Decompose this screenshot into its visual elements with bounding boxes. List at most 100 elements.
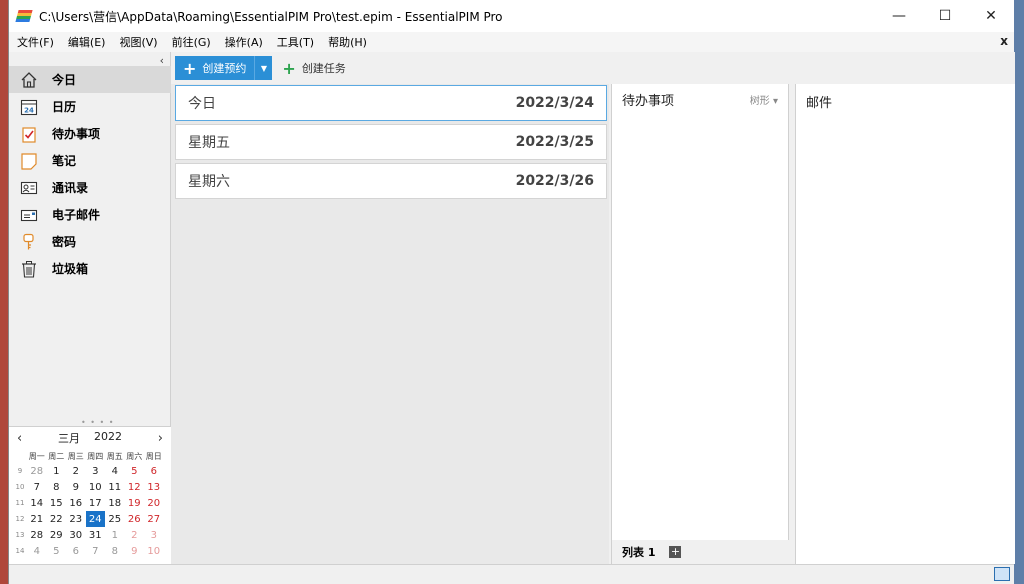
calendar-day[interactable]: 3 — [86, 463, 106, 479]
calendar-day[interactable]: 19 — [125, 495, 145, 511]
plus-icon: + — [183, 58, 197, 78]
calendar-icon: 24 — [19, 97, 39, 117]
tab-list-1[interactable]: 列表 1 — [622, 544, 655, 560]
calendar-day[interactable]: 24 — [85, 511, 105, 527]
calendar-day[interactable]: 9 — [66, 479, 86, 495]
calendar-day[interactable]: 21 — [27, 511, 47, 527]
calendar-day[interactable]: 12 — [125, 479, 145, 495]
calendar-day[interactable]: 11 — [105, 479, 125, 495]
menu-tools[interactable]: 工具(T) — [277, 34, 314, 50]
calendar-day[interactable]: 10 — [144, 543, 164, 559]
weekday-header: 周五 — [106, 451, 123, 461]
calendar-day[interactable]: 3 — [144, 527, 164, 543]
calendar-day[interactable]: 8 — [105, 543, 125, 559]
maximize-button[interactable]: ☐ — [922, 0, 968, 32]
calendar-day[interactable]: 18 — [105, 495, 125, 511]
new-task-label: 创建任务 — [301, 62, 346, 75]
menu-close-button[interactable]: x — [1000, 34, 1008, 48]
week-number-header — [13, 449, 27, 463]
calendar-day[interactable]: 5 — [47, 543, 67, 559]
nav-item-passwords[interactable]: 密码 — [9, 228, 171, 255]
new-task-button[interactable]: + 创建任务 — [282, 59, 345, 78]
calendar-day[interactable]: 28 — [27, 527, 47, 543]
navigation-pane: ‹ 今日 24 日历 待办事项 笔记 通讯录 电子邮件 密码 垃圾箱 • • •… — [9, 52, 171, 564]
app-window: C:\Users\营信\AppData\Roaming\EssentialPIM… — [8, 0, 1015, 584]
calendar-day[interactable]: 14 — [27, 495, 47, 511]
nav-item-contacts[interactable]: 通讯录 — [9, 174, 171, 201]
calendar-day[interactable]: 13 — [144, 479, 164, 495]
note-icon — [19, 151, 39, 171]
contacts-icon — [19, 178, 39, 198]
mail-pane: 邮件 — [795, 84, 1015, 564]
menu-edit[interactable]: 编辑(E) — [68, 34, 106, 50]
calendar-day[interactable]: 26 — [125, 511, 145, 527]
day-card-today[interactable]: 今日 2022/3/24 — [175, 85, 607, 121]
nav-item-label: 电子邮件 — [52, 208, 101, 222]
calendar-day[interactable]: 28 — [27, 463, 47, 479]
nav-item-trash[interactable]: 垃圾箱 — [9, 255, 171, 282]
toolbar: + 创建预约 ▼ + 创建任务 — [171, 52, 1015, 84]
weekday-header: 周一 — [28, 451, 45, 461]
menu-go[interactable]: 前往(G) — [172, 34, 211, 50]
calendar-day[interactable]: 4 — [27, 543, 47, 559]
window-title: C:\Users\营信\AppData\Roaming\EssentialPIM… — [39, 9, 503, 24]
calendar-day[interactable]: 1 — [47, 463, 67, 479]
calendar-day[interactable]: 15 — [47, 495, 67, 511]
calendar-day[interactable]: 23 — [66, 511, 86, 527]
calendar-day[interactable]: 30 — [66, 527, 86, 543]
nav-item-notes[interactable]: 笔记 — [9, 147, 171, 174]
day-card-friday[interactable]: 星期五 2022/3/25 — [175, 124, 607, 160]
new-appointment-label: 创建预约 — [202, 62, 247, 75]
close-button[interactable]: ✕ — [968, 0, 1014, 32]
calendar-day[interactable]: 31 — [86, 527, 106, 543]
prev-month-button[interactable]: ‹ — [17, 431, 22, 446]
week-number: 9 — [17, 467, 23, 475]
monitor-icon[interactable] — [994, 567, 1010, 581]
calendar-day[interactable]: 20 — [144, 495, 164, 511]
minimize-button[interactable]: — — [876, 0, 922, 32]
calendar-day[interactable]: 2 — [125, 527, 145, 543]
calendar-day[interactable]: 9 — [125, 543, 145, 559]
calendar-day[interactable]: 10 — [86, 479, 106, 495]
menu-actions[interactable]: 操作(A) — [225, 34, 263, 50]
calendar-icon-day: 24 — [24, 106, 34, 114]
todo-view-selector[interactable]: 树形 ▾ — [750, 92, 778, 107]
calendar-day[interactable]: 7 — [86, 543, 106, 559]
nav-item-label: 垃圾箱 — [52, 262, 89, 276]
calendar-day[interactable]: 4 — [105, 463, 125, 479]
menu-view[interactable]: 视图(V) — [119, 34, 157, 50]
calendar-day[interactable]: 22 — [47, 511, 67, 527]
day-date: 2022/3/25 — [515, 134, 594, 150]
nav-item-today[interactable]: 今日 — [9, 66, 171, 93]
day-name: 今日 — [188, 96, 216, 112]
nav-item-label: 待办事项 — [52, 127, 101, 141]
next-month-button[interactable]: › — [158, 431, 163, 446]
calendar-day[interactable]: 5 — [125, 463, 145, 479]
calendar-day[interactable]: 25 — [105, 511, 125, 527]
menu-help[interactable]: 帮助(H) — [328, 34, 367, 50]
calendar-day[interactable]: 7 — [27, 479, 47, 495]
todo-pane-header: 待办事项 树形 ▾ — [612, 84, 788, 114]
todo-check-icon — [19, 124, 39, 144]
nav-item-email[interactable]: 电子邮件 — [9, 201, 171, 228]
calendar-day[interactable]: 8 — [47, 479, 67, 495]
calendar-day[interactable]: 2 — [66, 463, 86, 479]
calendar-day[interactable]: 17 — [86, 495, 106, 511]
mini-calendar: ‹ 三月 2022 › 周一 周二 周三 周四 周五 周六 周日 9 28 1 2 3 4 5 6 10 7 8 9… — [9, 426, 171, 564]
calendar-day[interactable]: 1 — [105, 527, 125, 543]
chevron-down-icon[interactable]: ▼ — [254, 56, 272, 80]
calendar-day[interactable]: 6 — [144, 463, 164, 479]
calendar-day[interactable]: 6 — [66, 543, 86, 559]
calendar-day[interactable]: 16 — [66, 495, 86, 511]
add-list-button[interactable]: + — [669, 546, 682, 558]
nav-item-calendar[interactable]: 24 日历 — [9, 93, 171, 120]
new-appointment-button[interactable]: + 创建预约 — [175, 56, 254, 80]
nav-item-todo[interactable]: 待办事项 — [9, 120, 171, 147]
mini-calendar-year[interactable]: 2022 — [94, 430, 122, 446]
calendar-day[interactable]: 29 — [47, 527, 67, 543]
menu-file[interactable]: 文件(F) — [17, 34, 54, 50]
day-date: 2022/3/24 — [515, 95, 594, 111]
mini-calendar-month[interactable]: 三月 — [58, 430, 80, 446]
calendar-day[interactable]: 27 — [144, 511, 164, 527]
day-card-saturday[interactable]: 星期六 2022/3/26 — [175, 163, 607, 199]
